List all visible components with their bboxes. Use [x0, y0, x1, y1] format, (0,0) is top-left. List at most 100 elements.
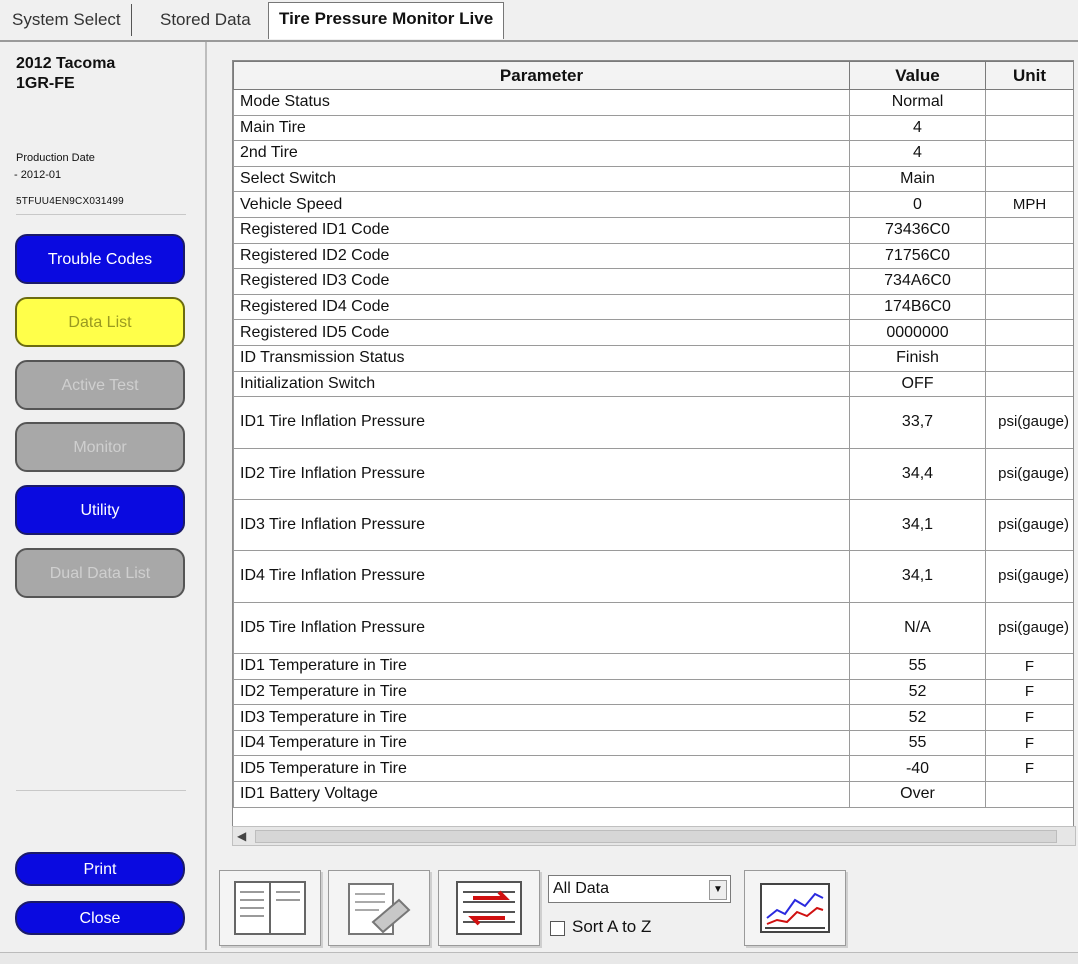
unit-cell: F: [985, 653, 1073, 680]
value-cell: Over: [849, 781, 986, 808]
value-cell: 52: [849, 678, 986, 706]
table-row[interactable]: Registered ID2 Code 71756C0: [233, 242, 1073, 270]
value-cell: 55: [849, 653, 986, 680]
table-header-row: Parameter Value Unit: [233, 61, 1073, 90]
value-cell: 34,1: [849, 498, 986, 552]
unit-cell: [985, 89, 1073, 116]
unit-cell: [985, 165, 1073, 193]
table-row[interactable]: Registered ID5 Code 0000000: [233, 319, 1073, 346]
param-cell: Registered ID3 Code: [233, 268, 850, 295]
param-cell: Vehicle Speed: [233, 191, 850, 218]
param-cell: ID2 Temperature in Tire: [233, 678, 850, 706]
unit-cell: F: [985, 729, 1073, 757]
monitor-button[interactable]: Monitor: [15, 422, 185, 472]
parameter-column-header[interactable]: Parameter: [233, 61, 850, 90]
value-cell: -40: [849, 755, 986, 783]
sidebar-divider: [16, 214, 186, 215]
table-row[interactable]: ID1 Tire Inflation Pressure 33,7 psi(gauge…: [233, 396, 1073, 449]
trouble-codes-button[interactable]: Trouble Codes: [15, 234, 185, 284]
table-row[interactable]: Main Tire 4: [233, 114, 1073, 142]
unit-cell: [985, 242, 1073, 270]
horizontal-scrollbar[interactable]: ◀: [232, 826, 1076, 846]
utility-button[interactable]: Utility: [15, 485, 185, 535]
display-select-icon: [234, 881, 306, 935]
table-row[interactable]: ID4 Tire Inflation Pressure 34,1 psi(gauge…: [233, 550, 1073, 603]
table-row[interactable]: Vehicle Speed 0 MPH: [233, 191, 1073, 218]
value-cell: 0: [849, 191, 986, 218]
table-row[interactable]: ID3 Tire Inflation Pressure 34,1 psi(gauge…: [233, 498, 1073, 552]
data-filter-value: All Data: [553, 880, 610, 897]
value-cell: N/A: [849, 601, 986, 655]
table-row[interactable]: ID5 Tire Inflation Pressure N/A psi(gauge): [233, 601, 1073, 655]
status-bar: [0, 952, 1078, 964]
table-row[interactable]: ID2 Tire Inflation Pressure 34,4 psi(gauge…: [233, 447, 1073, 500]
table-row[interactable]: ID5 Temperature in Tire -40 F: [233, 755, 1073, 783]
tab-stored-data[interactable]: Stored Data: [160, 4, 251, 36]
param-cell: ID1 Temperature in Tire: [233, 653, 850, 680]
unit-cell: [985, 216, 1073, 244]
table-row[interactable]: Select Switch Main: [233, 165, 1073, 193]
param-cell: ID5 Temperature in Tire: [233, 755, 850, 783]
param-cell: Registered ID4 Code: [233, 293, 850, 321]
param-cell: Mode Status: [233, 89, 850, 116]
vin-number: 5TFUU4EN9CX031499: [16, 196, 124, 207]
print-button[interactable]: Print: [15, 852, 185, 886]
table-row[interactable]: ID4 Temperature in Tire 55 F: [233, 729, 1073, 757]
close-button[interactable]: Close: [15, 901, 185, 935]
table-row[interactable]: 2nd Tire 4: [233, 140, 1073, 167]
unit-cell: psi(gauge): [985, 550, 1073, 603]
table-row[interactable]: ID Transmission Status Finish: [233, 344, 1073, 372]
unit-cell: [985, 268, 1073, 295]
table-row[interactable]: ID2 Temperature in Tire 52 F: [233, 678, 1073, 706]
table-row[interactable]: Mode Status Normal: [233, 89, 1073, 116]
scrollbar-thumb[interactable]: [255, 830, 1057, 843]
param-cell: ID4 Temperature in Tire: [233, 729, 850, 757]
sort-a-to-z-checkbox[interactable]: [550, 921, 565, 936]
param-cell: 2nd Tire: [233, 140, 850, 167]
value-cell: 4: [849, 140, 986, 167]
tab-system-select[interactable]: System Select: [12, 4, 132, 36]
graph-button[interactable]: [744, 870, 846, 946]
sort-a-to-z-label: Sort A to Z: [572, 917, 652, 936]
snapshot-button[interactable]: [328, 870, 430, 946]
record-button[interactable]: [438, 870, 540, 946]
production-date-label: Production Date: [16, 152, 95, 164]
table-row[interactable]: ID1 Battery Voltage Over: [233, 781, 1073, 808]
param-cell: ID3 Tire Inflation Pressure: [233, 498, 850, 552]
scroll-left-icon[interactable]: ◀: [237, 827, 246, 845]
tab-tire-pressure-monitor-live[interactable]: Tire Pressure Monitor Live: [268, 2, 505, 39]
active-test-button[interactable]: Active Test: [15, 360, 185, 410]
display-select-button[interactable]: [219, 870, 321, 946]
value-cell: 71756C0: [849, 242, 986, 270]
param-cell: ID3 Temperature in Tire: [233, 704, 850, 731]
param-cell: Registered ID2 Code: [233, 242, 850, 270]
table-row[interactable]: Registered ID3 Code 734A6C0: [233, 268, 1073, 295]
dual-data-list-button[interactable]: Dual Data List: [15, 548, 185, 598]
table-row[interactable]: Registered ID4 Code 174B6C0: [233, 293, 1073, 321]
unit-column-header[interactable]: Unit: [985, 61, 1073, 90]
unit-cell: psi(gauge): [985, 447, 1073, 500]
value-cell: 174B6C0: [849, 293, 986, 321]
snapshot-icon: [348, 883, 411, 935]
data-filter-dropdown[interactable]: All Data ▼: [548, 875, 731, 903]
unit-cell: F: [985, 704, 1073, 731]
value-cell: 33,7: [849, 396, 986, 449]
record-icon: [456, 881, 522, 935]
param-cell: Registered ID5 Code: [233, 319, 850, 346]
value-column-header[interactable]: Value: [849, 61, 986, 90]
unit-cell: [985, 140, 1073, 167]
param-cell: ID5 Tire Inflation Pressure: [233, 601, 850, 655]
sidebar-divider: [16, 790, 186, 791]
data-list-button[interactable]: Data List: [15, 297, 185, 347]
param-cell: ID2 Tire Inflation Pressure: [233, 447, 850, 500]
chevron-down-icon[interactable]: ▼: [709, 880, 727, 900]
table-row[interactable]: ID1 Temperature in Tire 55 F: [233, 653, 1073, 680]
unit-cell: MPH: [985, 191, 1073, 218]
param-cell: Registered ID1 Code: [233, 216, 850, 244]
table-row[interactable]: Initialization Switch OFF: [233, 370, 1073, 398]
sidebar: 2012 Tacoma 1GR-FE Production Date - 201…: [0, 42, 207, 950]
value-cell: Finish: [849, 344, 986, 372]
table-row[interactable]: Registered ID1 Code 73436C0: [233, 216, 1073, 244]
unit-cell: psi(gauge): [985, 396, 1073, 449]
table-row[interactable]: ID3 Temperature in Tire 52 F: [233, 704, 1073, 731]
